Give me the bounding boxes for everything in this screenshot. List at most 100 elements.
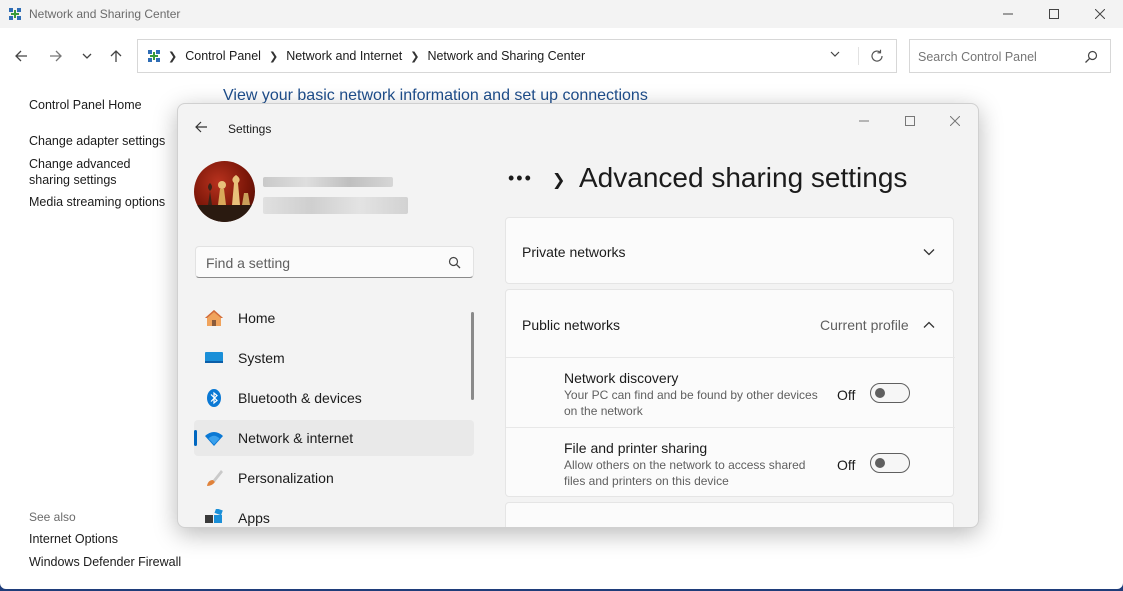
link-internet-options[interactable]: Internet Options (29, 532, 118, 548)
divider (506, 427, 955, 428)
nav-item-network-internet[interactable]: Network & internet (194, 420, 474, 456)
address-dropdown-button[interactable] (830, 48, 840, 62)
settings-maximize-button[interactable] (890, 110, 930, 132)
network-discovery-toggle[interactable] (870, 383, 910, 403)
chevron-right-icon: ❯ (168, 50, 178, 63)
link-media-streaming-options[interactable]: Media streaming options (29, 195, 165, 211)
chevron-right-icon: ❯ (410, 50, 420, 63)
close-icon (950, 116, 960, 126)
search-icon (448, 256, 461, 269)
brush-icon (207, 470, 223, 486)
avatar[interactable] (194, 161, 255, 222)
maximize-icon (1049, 9, 1059, 19)
forward-button[interactable] (44, 44, 68, 68)
divider (506, 357, 955, 358)
chess-pieces-image (194, 175, 255, 222)
refresh-icon (871, 49, 883, 62)
blurred-user-name (263, 177, 393, 187)
nav-item-system[interactable]: System (194, 340, 474, 376)
current-profile-label: Current profile (820, 317, 909, 333)
private-networks-card[interactable]: Private networks (505, 217, 954, 284)
find-setting-placeholder: Find a setting (206, 255, 291, 271)
refresh-button[interactable] (865, 44, 889, 68)
file-printer-sharing-desc: Allow others on the network to access sh… (564, 458, 806, 488)
settings-window: Settings Find a setting Home System Blue… (177, 103, 979, 528)
nav-item-personalization[interactable]: Personalization (194, 460, 474, 496)
link-windows-defender-firewall[interactable]: Windows Defender Firewall (29, 555, 181, 571)
close-icon (1095, 9, 1105, 19)
settings-back-button[interactable] (194, 120, 210, 136)
maximize-button[interactable] (1031, 0, 1077, 28)
divider (858, 47, 859, 65)
breadcrumb: ❯ Control Panel ❯ Network and Internet ❯… (168, 49, 585, 63)
home-icon (205, 310, 223, 326)
system-icon (205, 352, 223, 363)
recent-locations-button[interactable] (75, 44, 99, 68)
public-networks-label: Public networks (522, 317, 621, 333)
link-change-advanced-sharing-settings[interactable]: Change advanced sharing settings (29, 157, 174, 188)
nav-label: System (238, 350, 285, 366)
active-indicator (194, 430, 197, 446)
see-also-label: See also (29, 510, 76, 524)
search-placeholder: Search Control Panel (918, 50, 1037, 64)
network-discovery-title: Network discovery (564, 370, 679, 386)
up-button[interactable] (104, 44, 128, 68)
breadcrumb-more-button[interactable]: ••• (508, 168, 533, 189)
arrow-right-icon (50, 50, 62, 62)
file-printer-sharing-title: File and printer sharing (564, 440, 708, 456)
breadcrumb-control-panel[interactable]: Control Panel (185, 49, 261, 63)
nav-scrollbar[interactable] (471, 312, 474, 400)
toggle-knob (875, 458, 885, 468)
chevron-right-icon: ❯ (552, 172, 566, 189)
arrow-left-icon (15, 50, 27, 62)
toggle-knob (875, 388, 885, 398)
chevron-up-icon (923, 321, 935, 328)
link-change-adapter-settings[interactable]: Change adapter settings (29, 134, 165, 150)
address-bar[interactable]: ❯ Control Panel ❯ Network and Internet ❯… (137, 39, 897, 73)
apps-icon (205, 509, 223, 523)
public-networks-card: Public networks Current profile Network … (505, 289, 955, 497)
breadcrumb-network-and-internet[interactable]: Network and Internet (286, 49, 402, 63)
network-app-icon (9, 8, 21, 20)
nav-item-bluetooth-devices[interactable]: Bluetooth & devices (194, 380, 474, 416)
settings-minimize-button[interactable] (844, 110, 884, 132)
chevron-down-icon (923, 249, 935, 256)
minimize-icon (859, 120, 869, 122)
find-setting-input[interactable]: Find a setting (195, 246, 474, 278)
bluetooth-icon (207, 389, 221, 407)
search-input[interactable]: Search Control Panel (909, 39, 1111, 73)
minimize-button[interactable] (985, 0, 1031, 28)
nav-label: Personalization (238, 470, 334, 486)
private-networks-label: Private networks (522, 244, 626, 260)
close-button[interactable] (1077, 0, 1123, 28)
nav-label: Bluetooth & devices (238, 390, 362, 406)
back-button[interactable] (9, 44, 33, 68)
blurred-user-email (263, 197, 408, 214)
chevron-down-icon (82, 53, 92, 59)
title-bar: Network and Sharing Center (0, 0, 1123, 28)
all-networks-card[interactable] (505, 502, 954, 527)
breadcrumb-network-and-sharing-center[interactable]: Network and Sharing Center (427, 49, 585, 63)
nav-item-home[interactable]: Home (194, 300, 474, 336)
settings-close-button[interactable] (935, 110, 975, 132)
search-icon (1085, 50, 1098, 63)
nav-label: Network & internet (238, 430, 354, 446)
file-printer-sharing-toggle[interactable] (870, 453, 910, 473)
link-control-panel-home[interactable]: Control Panel Home (29, 98, 142, 114)
chevron-down-icon (830, 51, 840, 57)
minimize-icon (1003, 13, 1013, 15)
public-networks-header[interactable]: Public networks Current profile (506, 290, 955, 357)
file-printer-sharing-state: Off (837, 457, 856, 473)
page-title: Advanced sharing settings (579, 162, 908, 193)
network-discovery-desc: Your PC can find and be found by other d… (564, 388, 818, 418)
network-discovery-state: Off (837, 387, 856, 403)
window-title: Network and Sharing Center (29, 7, 181, 21)
nav-item-apps[interactable]: Apps (194, 500, 474, 527)
arrow-left-icon (195, 121, 207, 133)
nav-label: Apps (238, 510, 270, 526)
settings-title: Settings (228, 122, 272, 136)
network-location-icon (148, 50, 160, 62)
nav-label: Home (238, 310, 276, 326)
arrow-up-icon (110, 50, 122, 62)
chevron-right-icon: ❯ (268, 50, 279, 63)
